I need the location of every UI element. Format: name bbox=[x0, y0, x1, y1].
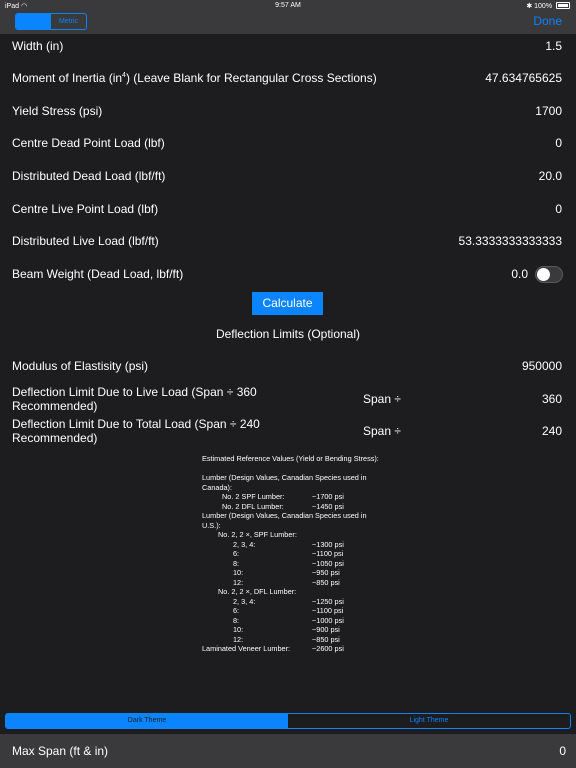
ref-row: 12: ~850 psi bbox=[233, 577, 340, 587]
beam-weight-label: Beam Weight (Dead Load, lbf/ft) bbox=[12, 267, 184, 281]
calculate-button[interactable]: Calculate bbox=[252, 292, 323, 315]
segment-dark-theme[interactable]: Dark Theme bbox=[6, 714, 288, 728]
ref-row: 12: ~850 psi bbox=[233, 634, 340, 644]
yield-label: Yield Stress (psi) bbox=[12, 104, 103, 118]
centre-dead-row: Centre Dead Point Load (lbf) 0 bbox=[0, 128, 576, 158]
dist-dead-label: Distributed Dead Load (lbf/ft) bbox=[12, 169, 166, 183]
theme-segmented-control[interactable]: Dark Theme Light Theme bbox=[5, 713, 571, 729]
max-span-label: Max Span (ft & in) bbox=[12, 744, 109, 758]
beam-weight-row: Beam Weight (Dead Load, lbf/ft) 0.0 bbox=[0, 259, 576, 289]
dist-live-label: Distributed Live Load (lbf/ft) bbox=[12, 234, 159, 248]
reference-values: Estimated Reference Values (Yield or Ben… bbox=[202, 454, 382, 654]
beam-weight-value: 0.0 bbox=[511, 267, 528, 281]
deflection-section-title: Deflection Limits (Optional) bbox=[215, 327, 361, 341]
dist-live-row: Distributed Live Load (lbf/ft) 53.333333… bbox=[0, 226, 576, 256]
dist-dead-row: Distributed Dead Load (lbf/ft) 20.0 bbox=[0, 161, 576, 191]
moment-input[interactable]: 47.634765625 bbox=[485, 71, 562, 85]
ref-row: 6: ~1100 psi bbox=[233, 606, 344, 615]
ref-row: 2, 3, 4: ~1300 psi bbox=[233, 539, 344, 549]
yield-row: Yield Stress (psi) 1700 bbox=[0, 96, 576, 126]
centre-live-input[interactable]: 0 bbox=[555, 202, 562, 216]
centre-live-label: Centre Live Point Load (lbf) bbox=[12, 202, 159, 216]
ref-row: 8: ~1050 psi bbox=[233, 558, 344, 568]
moment-label: Moment of Inertia (in4) (Leave Blank for… bbox=[12, 71, 377, 85]
segment-metric[interactable]: Metric bbox=[51, 14, 86, 29]
centre-dead-label: Centre Dead Point Load (lbf) bbox=[12, 136, 165, 150]
yield-input[interactable]: 1700 bbox=[535, 104, 562, 118]
bluetooth-icon: ✱ bbox=[526, 3, 533, 10]
max-span-value: 0 bbox=[559, 744, 566, 758]
ref-row: 10: ~900 psi bbox=[233, 625, 340, 634]
modulus-input[interactable]: 950000 bbox=[522, 359, 562, 373]
total-deflection-row: Deflection Limit Due to Total Load (Span… bbox=[0, 416, 576, 446]
beam-weight-toggle[interactable] bbox=[535, 265, 563, 283]
modulus-label: Modulus of Elastisity (psi) bbox=[12, 359, 149, 373]
total-deflection-input[interactable]: 240 bbox=[542, 424, 562, 438]
segment-imperial[interactable]: Imperial bbox=[16, 14, 51, 29]
width-row: Width (in) 1.5 bbox=[0, 31, 576, 61]
moment-row: Moment of Inertia (in4) (Leave Blank for… bbox=[0, 63, 576, 93]
status-bar: iPad ◠ 9:57 AM ✱ 100% bbox=[0, 0, 576, 12]
live-deflection-row: Deflection Limit Due to Live Load (Span … bbox=[0, 384, 576, 414]
us-heading: Lumber (Design Values, Canadian Species … bbox=[202, 511, 369, 530]
dist-dead-input[interactable]: 20.0 bbox=[539, 169, 562, 183]
live-deflection-input[interactable]: 360 bbox=[542, 392, 562, 406]
ref-row: No. 2 SPF Lumber: ~1700 psi bbox=[222, 492, 344, 501]
ref-row: 6: ~1100 psi bbox=[233, 549, 344, 558]
reference-heading: Estimated Reference Values (Yield or Ben… bbox=[202, 454, 379, 463]
live-deflection-label: Deflection Limit Due to Live Load (Span … bbox=[12, 385, 257, 413]
centre-dead-input[interactable]: 0 bbox=[555, 136, 562, 150]
status-time: 9:57 AM bbox=[275, 2, 301, 9]
battery-percent: 100% bbox=[534, 3, 553, 10]
spf-heading: No. 2, 2 ×, SPF Lumber: bbox=[218, 530, 297, 539]
live-span-prefix: Span ÷ bbox=[363, 392, 401, 406]
width-label: Width (in) bbox=[12, 39, 64, 53]
ref-row: 8: ~1000 psi bbox=[233, 615, 344, 625]
battery-icon bbox=[556, 2, 570, 9]
unit-segmented-control[interactable]: Imperial Metric bbox=[15, 13, 87, 30]
ref-row: 10: ~950 psi bbox=[233, 568, 340, 577]
width-input[interactable]: 1.5 bbox=[545, 39, 562, 53]
canada-heading: Lumber (Design Values, Canadian Species … bbox=[202, 473, 369, 492]
segment-light-theme[interactable]: Light Theme bbox=[288, 714, 570, 728]
dist-live-input[interactable]: 53.3333333333333 bbox=[459, 234, 562, 248]
modulus-row: Modulus of Elastisity (psi) 950000 bbox=[0, 351, 576, 381]
dfl-heading: No. 2, 2 ×, DFL Lumber: bbox=[218, 587, 297, 596]
centre-live-row: Centre Live Point Load (lbf) 0 bbox=[0, 194, 576, 224]
ref-row: No. 2 DFL Lumber: ~1450 psi bbox=[222, 501, 344, 511]
ref-row: Laminated Veneer Lumber: ~2600 psi bbox=[202, 644, 344, 653]
ref-row: 2, 3, 4: ~1250 psi bbox=[233, 596, 344, 606]
done-button[interactable]: Done bbox=[533, 14, 562, 28]
result-bar: Max Span (ft & in) 0 bbox=[0, 734, 576, 768]
total-span-prefix: Span ÷ bbox=[363, 424, 401, 438]
total-deflection-label: Deflection Limit Due to Total Load (Span… bbox=[12, 417, 260, 445]
